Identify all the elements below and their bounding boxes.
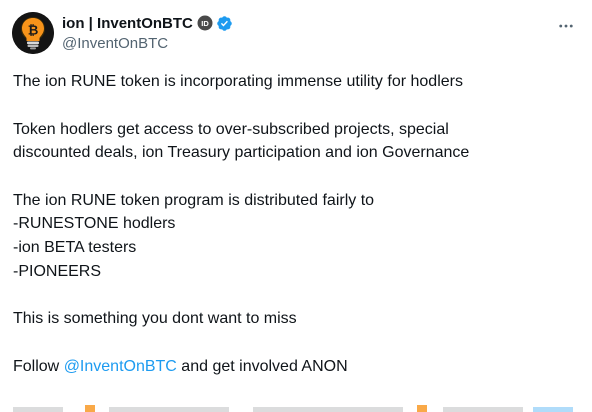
tweet-line: -RUNESTONE hodlers <box>13 215 176 233</box>
svg-text:₿: ₿ <box>28 23 39 38</box>
more-horizontal-icon <box>559 24 573 28</box>
more-options-button[interactable] <box>556 16 576 36</box>
tweet-header: ₿ ion | InventOnBTC ID @InventOnBTC <box>12 10 580 58</box>
id-badge-icon: ID <box>197 15 213 31</box>
tweet-line: The ion RUNE token is incorporating imme… <box>13 73 463 90</box>
tweet-text: The ion RUNE token is incorporating imme… <box>13 70 573 378</box>
follow-suffix: and get involved ANON <box>176 357 348 375</box>
truncated-next-line <box>13 400 583 412</box>
tweet-line: Token hodlers get access to over-subscri… <box>13 120 449 138</box>
mention-link[interactable]: @InventOnBTC <box>64 358 177 375</box>
tweet-line: -PIONEERS <box>13 262 102 280</box>
avatar[interactable]: ₿ <box>12 12 54 54</box>
bitcoin-lightbulb-icon: ₿ <box>12 12 54 54</box>
svg-text:ID: ID <box>201 19 209 28</box>
follow-prefix: Follow <box>13 357 64 375</box>
name-row: ion | InventOnBTC ID <box>62 13 233 33</box>
verified-badge-icon[interactable] <box>216 15 233 32</box>
author-handle[interactable]: @InventOnBTC <box>62 35 233 52</box>
tweet-line: This is something you dont want to miss <box>13 310 297 328</box>
author-info: ion | InventOnBTC ID @InventOnBTC <box>62 13 233 52</box>
tweet-line: discounted deals, ion Treasury participa… <box>13 144 470 162</box>
display-name[interactable]: ion | InventOnBTC <box>62 15 193 32</box>
tweet-card: ₿ ion | InventOnBTC ID @InventOnBTC The … <box>0 0 592 412</box>
tweet-line: The ion RUNE token program is distribute… <box>13 191 375 209</box>
tweet-line: -ion BETA testers <box>13 238 137 256</box>
tweet-line-follow: Follow @InventOnBTC and get involved ANO… <box>13 355 573 379</box>
